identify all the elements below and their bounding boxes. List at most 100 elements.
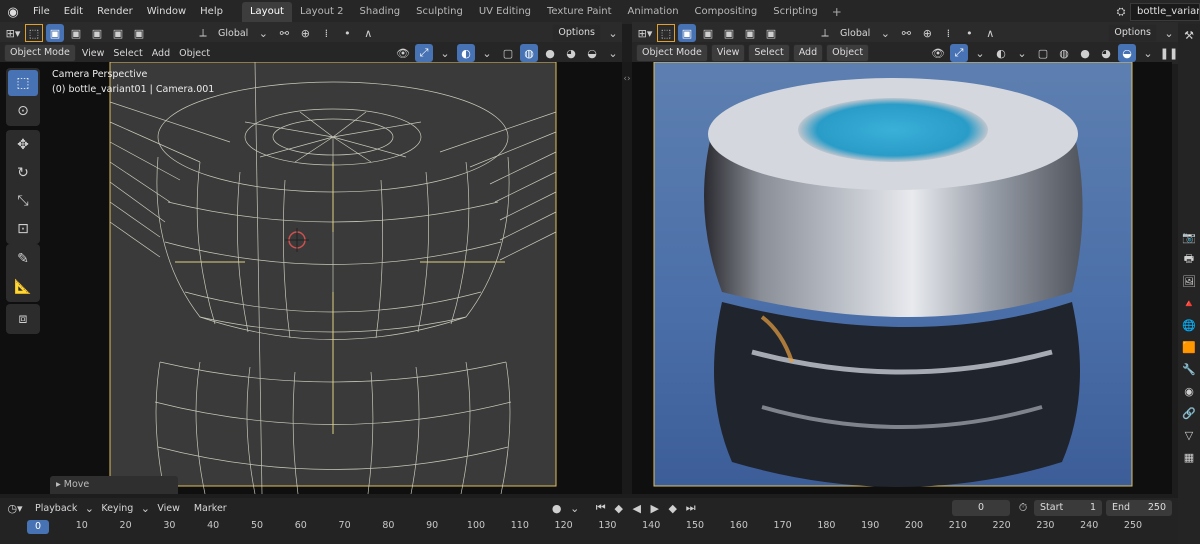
add-cube-tool-icon[interactable]: ⧈ bbox=[8, 306, 38, 332]
menu-object-right[interactable]: Object bbox=[826, 44, 870, 62]
scene-name-field[interactable]: bottle_variant0 bbox=[1130, 3, 1200, 21]
xray-icon-right[interactable]: ▢ bbox=[1034, 44, 1052, 62]
transform-orientation-select-right[interactable]: Global bbox=[837, 28, 873, 39]
blender-logo-icon[interactable]: ◉ bbox=[0, 0, 26, 24]
dropdown-chevron-icon-right[interactable]: ⌄ bbox=[876, 24, 894, 42]
shading-solid-icon-right[interactable]: ● bbox=[1076, 44, 1094, 62]
tab-layout[interactable]: Layout bbox=[241, 2, 292, 22]
snap-target-icon[interactable]: ⁞ bbox=[317, 24, 335, 42]
transform-orientation-select[interactable]: Global bbox=[215, 28, 251, 39]
view-layer-properties-icon[interactable]: 🖼 bbox=[1179, 270, 1199, 292]
menu-add-right[interactable]: Add bbox=[792, 44, 824, 62]
falloff-icon-right[interactable]: ∧ bbox=[981, 24, 999, 42]
menu-add-left[interactable]: Add bbox=[149, 48, 173, 59]
jump-end-icon[interactable]: ⏭ bbox=[682, 499, 700, 517]
left-3d-viewport[interactable]: Camera Perspective (0) bottle_variant01 … bbox=[0, 62, 622, 494]
scale-tool-icon[interactable]: ⤡ bbox=[8, 188, 38, 214]
start-frame-field[interactable]: Start 1 bbox=[1034, 500, 1102, 516]
shading-wireframe-icon[interactable]: ◍ bbox=[520, 44, 538, 62]
end-frame-field[interactable]: End 250 bbox=[1106, 500, 1172, 516]
timeline-menu-playback[interactable]: Playback bbox=[32, 503, 80, 514]
playhead[interactable]: 0 bbox=[27, 520, 49, 534]
overlay-chevron-icon-right[interactable]: ⌄ bbox=[1013, 44, 1031, 62]
world-properties-icon[interactable]: 🌐 bbox=[1179, 314, 1199, 336]
tab-texture-paint[interactable]: Texture Paint bbox=[539, 2, 620, 22]
rotate-tool-icon[interactable]: ↻ bbox=[8, 160, 38, 186]
select-box-icon[interactable]: ⬚ bbox=[25, 24, 43, 42]
add-workspace-button[interactable]: + bbox=[826, 5, 848, 19]
overlay-icon[interactable]: ◐ bbox=[457, 44, 475, 62]
auto-keying-icon[interactable]: ● bbox=[548, 499, 566, 517]
tab-uv-editing[interactable]: UV Editing bbox=[471, 2, 539, 22]
select-box-icon-right[interactable]: ⬚ bbox=[657, 24, 675, 42]
physics-properties-icon[interactable]: ◉ bbox=[1179, 380, 1199, 402]
data-properties-icon[interactable]: ▽ bbox=[1179, 424, 1199, 446]
mode-select-right[interactable]: Object Mode bbox=[636, 44, 708, 62]
operator-panel[interactable]: ▸ Move bbox=[50, 476, 178, 494]
options-chevron-icon-right[interactable]: ⌄ bbox=[1160, 24, 1178, 42]
timeline-menu-marker[interactable]: Marker bbox=[191, 503, 230, 514]
move-tool-icon[interactable]: ✥ bbox=[8, 132, 38, 158]
options-dropdown-left[interactable]: Options bbox=[552, 24, 601, 42]
scene-properties-icon[interactable]: 🔺 bbox=[1179, 292, 1199, 314]
proportional-edit-icon-right[interactable]: • bbox=[960, 24, 978, 42]
tab-shading[interactable]: Shading bbox=[352, 2, 409, 22]
playback-chevron-icon[interactable]: ⌄ bbox=[80, 499, 98, 517]
shading-solid-icon[interactable]: ● bbox=[541, 44, 559, 62]
measure-tool-icon[interactable]: 📐 bbox=[8, 274, 38, 300]
select-tool-icon[interactable]: ⬚ bbox=[8, 70, 38, 96]
overlay-chevron-icon[interactable]: ⌄ bbox=[478, 44, 496, 62]
tab-scripting[interactable]: Scripting bbox=[765, 2, 825, 22]
gizmo-icon-right[interactable]: ⤢ bbox=[950, 44, 968, 62]
snap-icon-right[interactable]: ⊕ bbox=[918, 24, 936, 42]
shading-material-icon-right[interactable]: ◕ bbox=[1097, 44, 1115, 62]
select-mode-new-icon[interactable]: ▣ bbox=[46, 24, 64, 42]
keying-chevron-icon[interactable]: ⌄ bbox=[136, 499, 154, 517]
shading-chevron-icon[interactable]: ⌄ bbox=[604, 44, 622, 62]
preview-range-icon[interactable]: ⏱ bbox=[1014, 499, 1032, 517]
menu-view-right[interactable]: View bbox=[710, 44, 746, 62]
options-dropdown-right[interactable]: Options bbox=[1108, 24, 1157, 42]
timeline-menu-keying[interactable]: Keying bbox=[98, 503, 136, 514]
object-properties-icon[interactable]: 🟧 bbox=[1179, 336, 1199, 358]
tool-properties-icon[interactable]: ⚒ bbox=[1179, 24, 1199, 46]
xray-icon[interactable]: ▢ bbox=[499, 44, 517, 62]
menu-render[interactable]: Render bbox=[90, 0, 140, 24]
prev-keyframe-icon[interactable]: ◆ bbox=[610, 499, 628, 517]
jump-start-icon[interactable]: ⏮ bbox=[592, 499, 610, 517]
pivot-icon-right[interactable]: ⚯ bbox=[897, 24, 915, 42]
right-3d-viewport[interactable] bbox=[632, 62, 1172, 494]
gizmo-icon[interactable]: ⤢ bbox=[415, 44, 433, 62]
visibility-icon-right[interactable]: 👁 bbox=[929, 44, 947, 62]
tab-compositing[interactable]: Compositing bbox=[687, 2, 766, 22]
select-mode-subtract-icon[interactable]: ▣ bbox=[88, 24, 106, 42]
tab-sculpting[interactable]: Sculpting bbox=[408, 2, 471, 22]
cursor-tool-icon[interactable]: ⊙ bbox=[8, 98, 38, 124]
menu-help[interactable]: Help bbox=[193, 0, 230, 24]
menu-edit[interactable]: Edit bbox=[57, 0, 90, 24]
shading-rendered-icon-right[interactable]: ◒ bbox=[1118, 44, 1136, 62]
texture-properties-icon[interactable]: ▦ bbox=[1179, 446, 1199, 468]
menu-file[interactable]: File bbox=[26, 0, 57, 24]
shading-rendered-icon[interactable]: ◒ bbox=[583, 44, 601, 62]
shading-material-icon[interactable]: ◕ bbox=[562, 44, 580, 62]
select-mode-invert-icon-right[interactable]: ▣ bbox=[741, 24, 759, 42]
select-mode-extend-icon-right[interactable]: ▣ bbox=[699, 24, 717, 42]
pivot-icon[interactable]: ⚯ bbox=[275, 24, 293, 42]
timeline-editor-type-icon[interactable]: ◷▾ bbox=[6, 499, 24, 517]
annotate-tool-icon[interactable]: ✎ bbox=[8, 246, 38, 272]
tab-animation[interactable]: Animation bbox=[620, 2, 687, 22]
shading-chevron-icon-right[interactable]: ⌄ bbox=[1139, 44, 1157, 62]
overlay-icon-right[interactable]: ◐ bbox=[992, 44, 1010, 62]
next-keyframe-icon[interactable]: ◆ bbox=[664, 499, 682, 517]
options-chevron-icon[interactable]: ⌄ bbox=[604, 24, 622, 42]
menu-view-left[interactable]: View bbox=[79, 48, 108, 59]
dropdown-chevron-icon[interactable]: ⌄ bbox=[254, 24, 272, 42]
visibility-icon[interactable]: 👁 bbox=[394, 44, 412, 62]
gizmo-chevron-icon-right[interactable]: ⌄ bbox=[971, 44, 989, 62]
render-properties-icon[interactable]: 📷 bbox=[1179, 226, 1199, 248]
snap-icon[interactable]: ⊕ bbox=[296, 24, 314, 42]
divider-arrows-icon[interactable]: ‹› bbox=[622, 74, 632, 84]
editor-type-icon-right[interactable]: ⊞▾ bbox=[636, 24, 654, 42]
mode-select-left[interactable]: Object Mode bbox=[4, 44, 76, 62]
